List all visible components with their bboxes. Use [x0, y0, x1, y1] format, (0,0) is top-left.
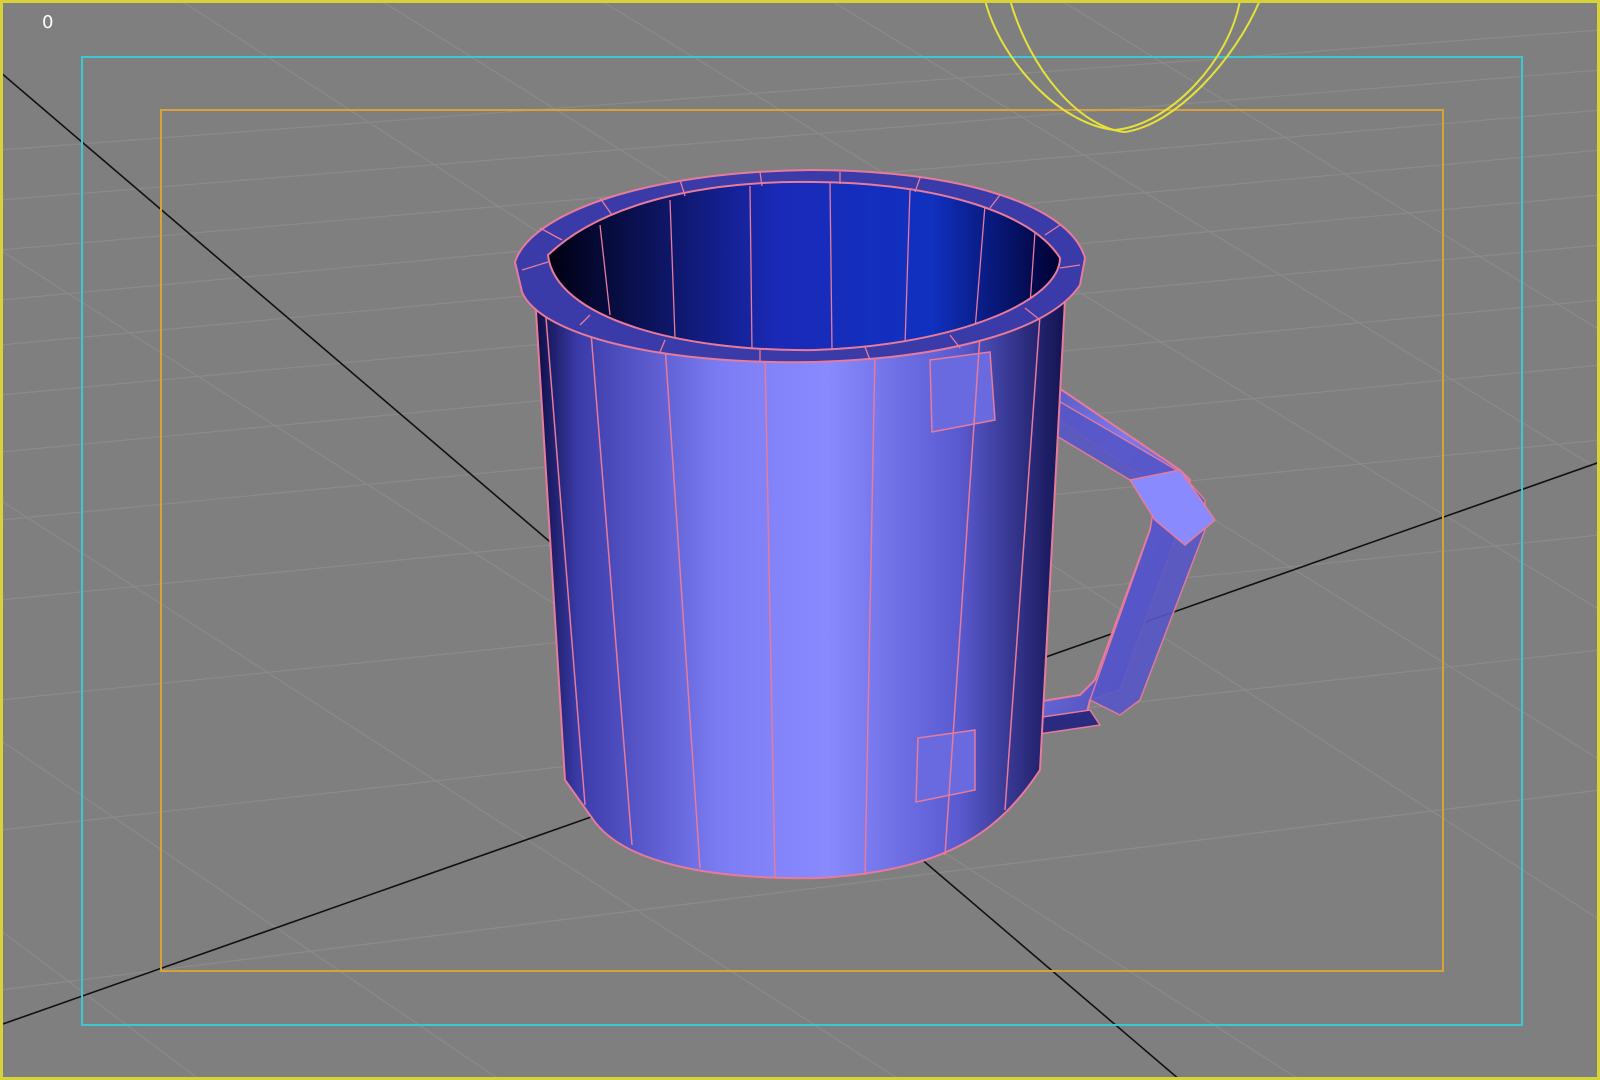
handle-lower-plate	[915, 729, 976, 803]
perspective-viewport[interactable]: 0	[0, 0, 1600, 1080]
viewport-canvas[interactable]	[0, 0, 1600, 1080]
frame-counter-label: 0	[42, 12, 54, 33]
handle-upper-plate	[929, 351, 996, 433]
